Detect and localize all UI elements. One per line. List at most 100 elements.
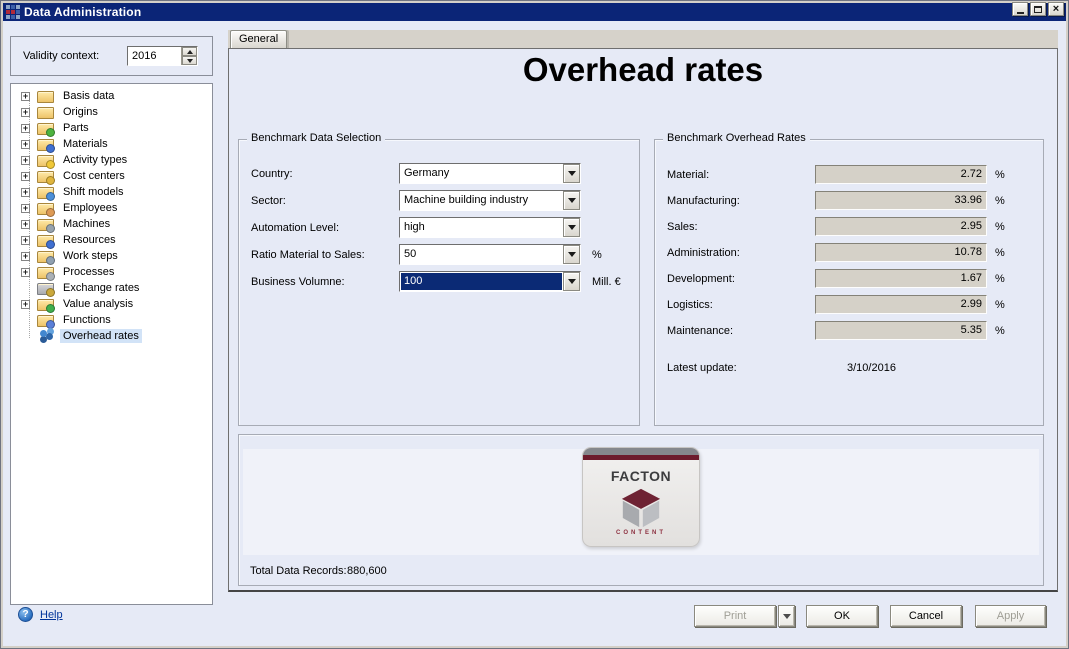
administration-label: Administration: (667, 247, 815, 259)
material-label: Material: (667, 169, 815, 181)
ratio-material-select[interactable]: 50 (399, 244, 581, 265)
logistics-label: Logistics: (667, 299, 815, 311)
tree-item[interactable]: +Cost centers (11, 168, 212, 184)
basis-data-icon (37, 90, 54, 103)
logistics-rate-row: Logistics: 2.99 % (667, 295, 1043, 314)
automation-level-label: Automation Level: (251, 222, 399, 234)
automation-level-row: Automation Level: high (251, 217, 639, 238)
tree-item-label: Value analysis (60, 297, 136, 311)
tree-expander[interactable]: + (21, 92, 30, 101)
combo-dropdown-button[interactable] (563, 164, 580, 183)
tree-expander[interactable]: + (21, 124, 30, 133)
chevron-down-icon (568, 279, 576, 284)
tree-item-label: Parts (60, 121, 92, 135)
percent-unit: % (995, 221, 1005, 233)
tab-strip: General (228, 30, 1058, 48)
maximize-icon (1034, 6, 1042, 13)
spin-down-button[interactable] (182, 56, 197, 65)
tree-item[interactable]: + Machines (11, 216, 212, 232)
logistics-rate-field: 2.99 (815, 295, 987, 314)
tree-item[interactable]: +Activity types (11, 152, 212, 168)
print-button[interactable]: Print (694, 605, 776, 627)
validity-context-spinner[interactable]: 2016 (127, 46, 198, 66)
shift-models-icon (37, 186, 54, 199)
work-steps-icon (37, 250, 54, 263)
app-icon (6, 5, 20, 19)
tree-item[interactable]: + Value analysis (11, 296, 212, 312)
tree-expander[interactable]: + (21, 236, 30, 245)
tree-item[interactable]: + Materials (11, 136, 212, 152)
tree-item[interactable]: +Origins (11, 104, 212, 120)
group-title: Benchmark Overhead Rates (663, 132, 810, 144)
tree-item-label: Materials (60, 137, 111, 151)
field-suffix: % (592, 249, 602, 261)
print-dropdown-button[interactable] (778, 605, 795, 627)
maintenance-rate-field: 5.35 (815, 321, 987, 340)
tree-item[interactable]: +Processes (11, 264, 212, 280)
processes-icon (37, 266, 54, 279)
origins-icon (37, 106, 54, 119)
logo-strip-grey (583, 448, 699, 455)
tree-expander[interactable]: + (21, 204, 30, 213)
percent-unit: % (995, 169, 1005, 181)
ok-button[interactable]: OK (806, 605, 878, 627)
tree-item[interactable]: + Parts (11, 120, 212, 136)
business-volume-select[interactable]: 100 (399, 271, 581, 292)
tree-expander[interactable]: + (21, 140, 30, 149)
spin-up-button[interactable] (182, 47, 197, 56)
administration-rate-row: Administration: 10.78 % (667, 243, 1043, 262)
help-area: ? Help (18, 607, 63, 622)
automation-level-select[interactable]: high (399, 217, 581, 238)
cost-centers-icon (37, 170, 54, 183)
development-rate-field: 1.67 (815, 269, 987, 288)
title-bar[interactable]: Data Administration (3, 3, 1066, 21)
tree-expander[interactable]: + (21, 108, 30, 117)
validity-context-value[interactable]: 2016 (128, 47, 181, 65)
tree-expander[interactable]: + (21, 268, 30, 277)
tree-item[interactable]: +Exchange rates (11, 280, 212, 296)
tree-item-overhead-rates[interactable]: +Overhead rates (11, 328, 212, 344)
tree-expander[interactable]: + (21, 220, 30, 229)
ratio-material-row: Ratio Material to Sales: 50 % (251, 244, 639, 265)
tree-item[interactable]: +Resources (11, 232, 212, 248)
tree-item[interactable]: +Basis data (11, 88, 212, 104)
tree-expander[interactable]: + (21, 252, 30, 261)
activity-types-icon (37, 154, 54, 167)
maximize-button[interactable] (1030, 2, 1046, 16)
material-rate-field: 2.72 (815, 165, 987, 184)
chevron-down-icon (187, 59, 193, 63)
tab-general[interactable]: General (230, 30, 287, 48)
resources-icon (37, 234, 54, 247)
combo-dropdown-button[interactable] (563, 245, 580, 264)
chevron-down-icon (568, 252, 576, 257)
tree-expander[interactable]: + (21, 156, 30, 165)
tree-expander[interactable]: + (21, 300, 30, 309)
percent-unit: % (995, 299, 1005, 311)
business-volume-label: Business Volumne: (251, 276, 399, 288)
window-title: Data Administration (24, 5, 141, 19)
manufacturing-rate-field: 33.96 (815, 191, 987, 210)
minimize-button[interactable] (1012, 2, 1028, 16)
tree-item[interactable]: +Work steps (11, 248, 212, 264)
tree-item[interactable]: +Functions (11, 312, 212, 328)
country-select[interactable]: Germany (399, 163, 581, 184)
close-button[interactable]: × (1048, 2, 1064, 16)
sector-select[interactable]: Machine building industry (399, 190, 581, 211)
combo-dropdown-button[interactable] (563, 218, 580, 237)
question-icon[interactable]: ? (18, 607, 33, 622)
ratio-material-label: Ratio Material to Sales: (251, 249, 399, 261)
help-link[interactable]: Help (40, 609, 63, 621)
logo-strip-maroon (583, 455, 699, 460)
tree-item[interactable]: +Employees (11, 200, 212, 216)
manufacturing-rate-row: Manufacturing: 33.96 % (667, 191, 1043, 210)
tree-item[interactable]: +Shift models (11, 184, 212, 200)
business-volume-row: Business Volumne: 100 Mill. € (251, 271, 639, 292)
tree-expander[interactable]: + (21, 188, 30, 197)
combo-dropdown-button[interactable] (563, 272, 580, 291)
spinner-buttons (181, 47, 197, 65)
cancel-button[interactable]: Cancel (890, 605, 962, 627)
tree-item-label: Machines (60, 217, 113, 231)
apply-button[interactable]: Apply (975, 605, 1046, 627)
combo-dropdown-button[interactable] (563, 191, 580, 210)
tree-expander[interactable]: + (21, 172, 30, 181)
